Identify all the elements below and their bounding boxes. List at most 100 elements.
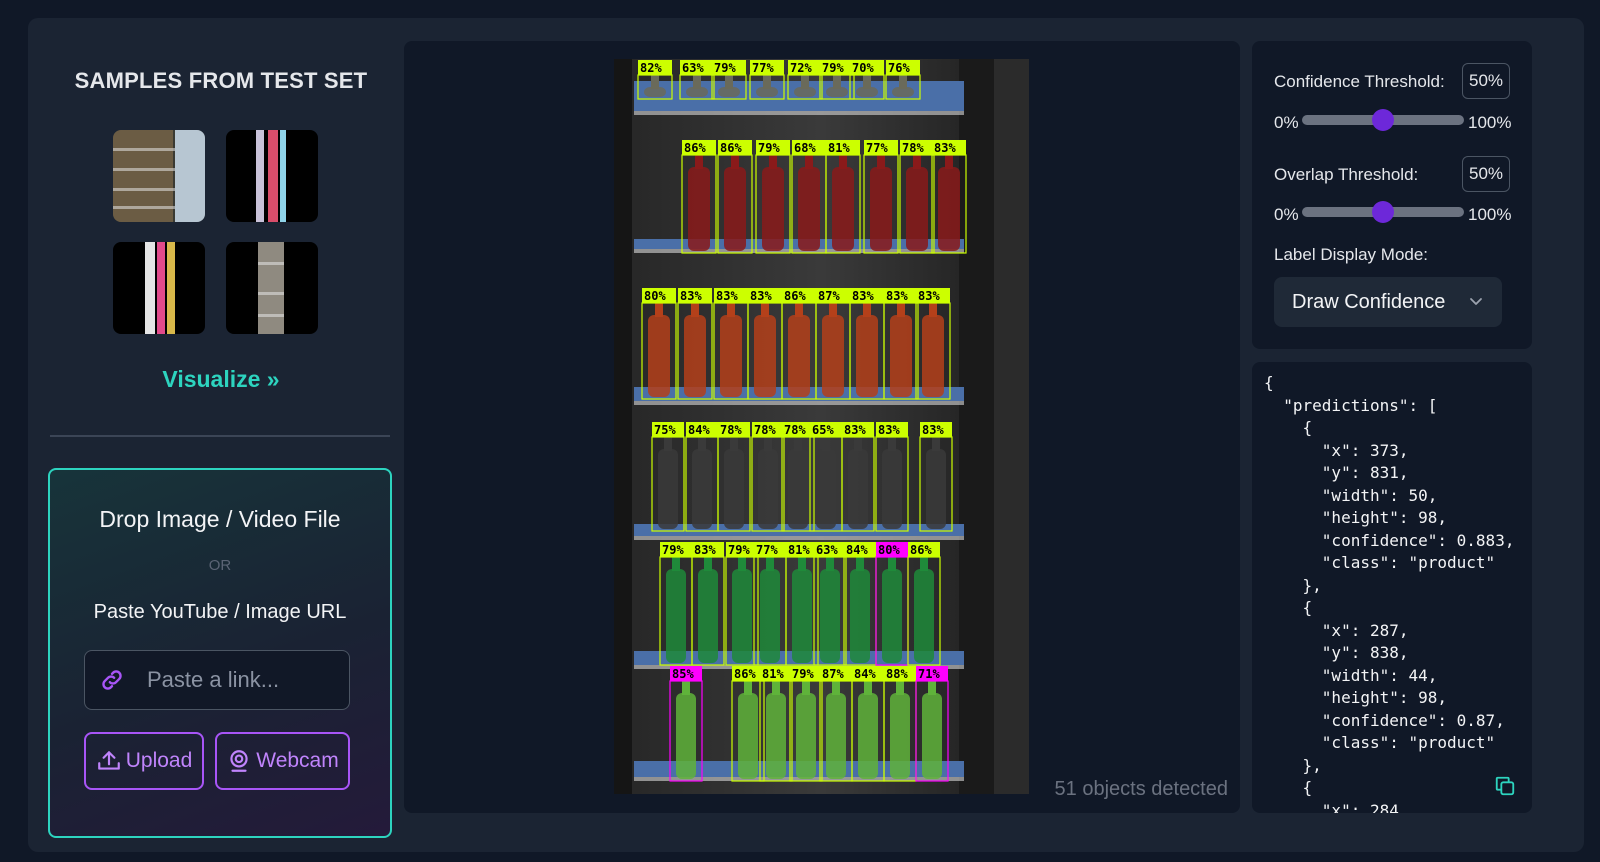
detection-confidence-label: 77% (756, 543, 778, 557)
confidence-value[interactable]: 50% (1462, 63, 1510, 99)
detection-confidence-label: 79% (758, 141, 780, 155)
bottle-cap (863, 303, 871, 317)
bottle-cap (772, 681, 780, 695)
overlap-slider-thumb[interactable] (1372, 201, 1394, 223)
bottle-cap (691, 303, 699, 317)
bottle (796, 693, 816, 779)
detection-confidence-label: 83% (716, 289, 738, 303)
detection-confidence-label: 77% (752, 61, 774, 75)
bottle (698, 569, 718, 663)
json-output: { "predictions": [ { "x": 373, "y": 831,… (1264, 373, 1515, 813)
sample-thumbnail[interactable] (113, 242, 205, 334)
bottle (792, 569, 812, 663)
detection-confidence-label: 81% (828, 141, 850, 155)
label-display-mode-select[interactable]: Draw Confidence (1274, 277, 1502, 327)
copy-icon[interactable] (1494, 775, 1516, 797)
detection-confidence-label: 83% (886, 289, 908, 303)
confidence-max-label: 100% (1468, 113, 1512, 132)
detection-confidence-label: 83% (922, 423, 944, 437)
detection-confidence-label: 78% (754, 423, 776, 437)
bottle (724, 167, 746, 251)
bottle-cap (839, 155, 847, 169)
bottle-cap (896, 681, 904, 695)
bottle-cap (763, 75, 771, 89)
confidence-slider[interactable] (1302, 109, 1464, 131)
json-output-panel[interactable]: { "predictions": [ { "x": 373, "y": 831,… (1252, 362, 1532, 813)
bottle-cap (695, 155, 703, 169)
bottle (870, 167, 892, 251)
sample-thumbnail[interactable] (226, 242, 318, 334)
bottle (648, 315, 670, 397)
bottle-cap (682, 681, 690, 695)
bottle-cap (730, 437, 738, 451)
visualize-link[interactable]: Visualize » (28, 366, 414, 393)
detection-confidence-label: 70% (852, 61, 874, 75)
bottle (832, 167, 854, 251)
detection-confidence-label: 71% (918, 667, 940, 681)
webcam-icon (230, 750, 248, 772)
overlap-slider[interactable] (1302, 201, 1464, 223)
detection-confidence-label: 83% (694, 543, 716, 557)
bottle (676, 693, 696, 779)
bottle-cap (826, 557, 834, 571)
bottle (882, 569, 902, 663)
bottle-cap (727, 303, 735, 317)
detection-confidence-label: 84% (854, 667, 876, 681)
bottle-cap (805, 155, 813, 169)
link-input[interactable] (147, 663, 337, 697)
bottle-cap (932, 437, 940, 451)
sample-thumbnail[interactable] (113, 130, 205, 222)
or-separator: OR (208, 557, 232, 574)
link-icon (102, 670, 122, 690)
detection-confidence-label: 83% (934, 141, 956, 155)
shelf-canvas: 82% 63% 79% 77% 72% 79% 70% 76% 86% 86% 79% 68% 81% 7… (614, 59, 1029, 794)
sample-thumbnail[interactable] (226, 130, 318, 222)
bottle-cap (672, 557, 680, 571)
webcam-label: Webcam (256, 749, 339, 772)
bottle (906, 167, 928, 251)
detection-confidence-label: 82% (640, 61, 662, 75)
bottle-cap (822, 437, 830, 451)
bottle (688, 167, 710, 251)
bottle-cap (945, 155, 953, 169)
detection-confidence-label: 83% (680, 289, 702, 303)
bottle (858, 693, 878, 779)
label-display-mode-label: Label Display Mode: (1274, 245, 1429, 264)
upload-button[interactable]: Upload (84, 732, 204, 790)
bottle (766, 693, 786, 779)
overlap-value[interactable]: 50% (1462, 156, 1510, 192)
bottle-cap (856, 557, 864, 571)
bottle (914, 569, 934, 663)
bottle-cap (651, 75, 659, 89)
detection-confidence-label: 81% (762, 667, 784, 681)
bottle (890, 315, 912, 397)
bottle-cap (832, 681, 840, 695)
image-viewer: 82% 63% 79% 77% 72% 79% 70% 76% 86% 86% 79% 68% 81% 7… (404, 41, 1240, 813)
bottle-cap (794, 437, 802, 451)
bottle-cap (664, 437, 672, 451)
link-field[interactable] (84, 650, 350, 710)
bottle (938, 167, 960, 251)
bottle-cap (698, 437, 706, 451)
bottle-cap (761, 303, 769, 317)
bottle (856, 315, 878, 397)
bottle (820, 569, 840, 663)
bottle-cap (725, 75, 733, 89)
bottle (684, 315, 706, 397)
detection-confidence-label: 86% (684, 141, 706, 155)
bottle-cap (929, 303, 937, 317)
drop-zone[interactable]: Drop Image / Video File OR Paste YouTube… (48, 468, 392, 838)
samples-title: SAMPLES FROM TEST SET (74, 68, 368, 93)
bottle-cap (769, 155, 777, 169)
overlap-min-label: 0% (1274, 205, 1299, 224)
price-strip (634, 111, 964, 115)
detection-confidence-label: 84% (688, 423, 710, 437)
bottle (754, 315, 776, 397)
overlap-threshold-label: Overlap Threshold: (1274, 165, 1419, 184)
bottle-cap (766, 557, 774, 571)
detection-confidence-label: 77% (866, 141, 888, 155)
webcam-button[interactable]: Webcam (215, 732, 350, 790)
bottle (760, 569, 780, 663)
bottle-cap (863, 75, 871, 89)
confidence-slider-thumb[interactable] (1372, 109, 1394, 131)
